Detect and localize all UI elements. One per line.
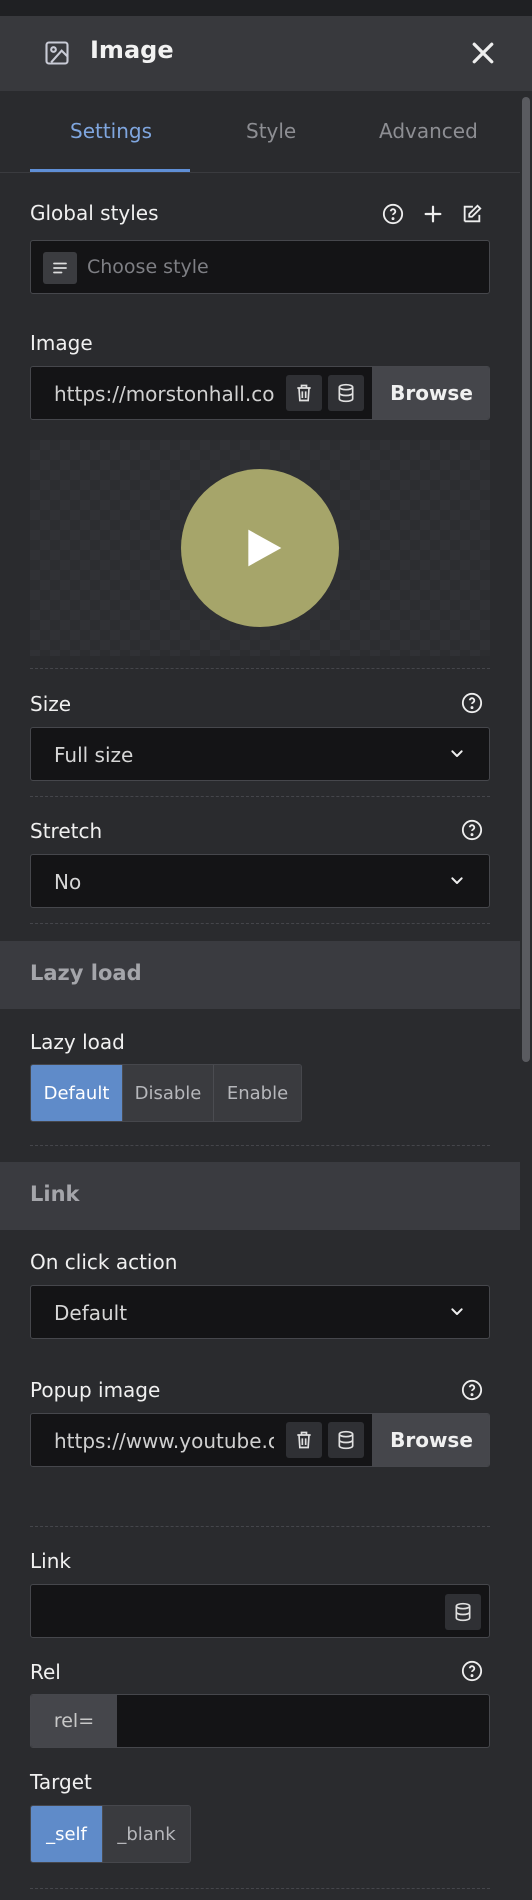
lazy-load-section-header[interactable]: Lazy load (0, 941, 520, 1009)
popup-image-url-row: https://www.youtube.c Browse (30, 1413, 490, 1467)
chevron-down-icon (451, 750, 463, 757)
help-icon[interactable] (461, 819, 483, 841)
size-value: Full size (54, 743, 134, 767)
on-click-action-label: On click action (30, 1250, 178, 1274)
panel-header: Image (0, 16, 532, 91)
divider (30, 668, 490, 669)
stretch-value: No (54, 870, 82, 894)
database-icon (338, 1430, 354, 1450)
top-strip (0, 0, 532, 16)
link-section-header[interactable]: Link (0, 1162, 520, 1230)
database-icon (455, 1602, 471, 1622)
rel-label: Rel (30, 1660, 61, 1684)
on-click-action-value: Default (54, 1301, 128, 1325)
image-url-text: https://morstonhall.co (54, 382, 274, 406)
trash-icon (297, 384, 311, 402)
target-label: Target (30, 1770, 92, 1794)
active-tab-indicator (30, 169, 190, 172)
lazy-load-enable-option[interactable]: Enable (214, 1065, 301, 1121)
stretch-select[interactable]: No (30, 854, 490, 908)
trash-icon (297, 1431, 311, 1449)
divider (30, 923, 490, 924)
target-blank-option[interactable]: _blank (103, 1806, 190, 1862)
help-icon[interactable] (461, 692, 483, 714)
tab-style[interactable]: Style (246, 119, 296, 143)
popup-image-url-text: https://www.youtube.c (54, 1429, 274, 1453)
lazy-load-toggle: Default Disable Enable (30, 1064, 302, 1122)
tab-settings[interactable]: Settings (70, 119, 152, 143)
browse-image-button[interactable]: Browse (372, 367, 489, 419)
divider (30, 1526, 490, 1527)
help-icon[interactable] (382, 203, 404, 225)
database-icon (338, 383, 354, 403)
lazy-load-disable-option[interactable]: Disable (123, 1065, 214, 1121)
on-click-action-select[interactable]: Default (30, 1285, 490, 1339)
edit-style-icon[interactable] (461, 203, 483, 225)
global-style-placeholder: Choose style (87, 256, 209, 278)
global-style-select[interactable]: Choose style (30, 240, 490, 294)
tab-bar: Settings Style Advanced (0, 91, 520, 173)
dynamic-data-button[interactable] (328, 1422, 364, 1458)
divider (30, 796, 490, 797)
size-label: Size (30, 692, 72, 716)
target-toggle: _self _blank (30, 1805, 191, 1863)
rel-input[interactable]: rel= (30, 1694, 490, 1748)
chevron-down-icon (451, 877, 463, 884)
image-label: Image (30, 331, 93, 355)
help-icon[interactable] (461, 1379, 483, 1401)
dynamic-data-button[interactable] (328, 375, 364, 411)
close-icon[interactable] (468, 38, 498, 68)
target-self-option[interactable]: _self (31, 1806, 103, 1862)
play-icon (248, 529, 282, 567)
link-label: Link (30, 1549, 71, 1573)
link-dynamic-data-button[interactable] (445, 1594, 481, 1630)
divider (30, 1145, 490, 1146)
chevron-down-icon (451, 1308, 463, 1315)
browse-popup-image-button[interactable]: Browse (372, 1414, 489, 1466)
add-style-icon[interactable] (422, 203, 444, 225)
link-input[interactable] (30, 1584, 490, 1638)
divider (30, 1888, 490, 1889)
lazy-load-section-title: Lazy load (30, 961, 142, 985)
size-select[interactable]: Full size (30, 727, 490, 781)
image-icon (45, 41, 69, 65)
lazy-load-default-option[interactable]: Default (31, 1065, 123, 1121)
tab-advanced[interactable]: Advanced (379, 119, 478, 143)
scrollbar-thumb[interactable] (522, 97, 530, 1062)
stretch-label: Stretch (30, 819, 103, 843)
panel-title: Image (90, 36, 174, 64)
delete-popup-image-button[interactable] (286, 1422, 322, 1458)
image-url-row: https://morstonhall.co Browse (30, 366, 490, 420)
list-icon-box (43, 252, 77, 284)
popup-image-label: Popup image (30, 1378, 161, 1402)
lazy-load-label: Lazy load (30, 1030, 125, 1054)
delete-image-button[interactable] (286, 375, 322, 411)
help-icon[interactable] (461, 1660, 483, 1682)
rel-prefix: rel= (31, 1695, 117, 1747)
list-icon (53, 262, 67, 274)
image-preview-thumbnail (181, 469, 339, 627)
link-section-title: Link (30, 1182, 80, 1206)
global-styles-label: Global styles (30, 201, 159, 225)
